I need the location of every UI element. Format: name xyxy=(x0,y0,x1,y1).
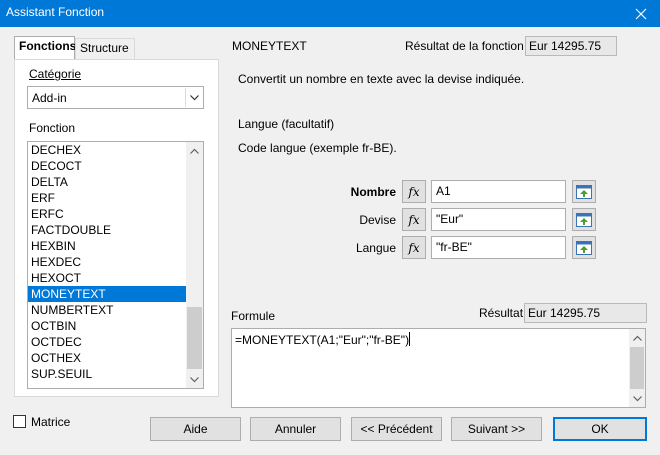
tab-structure-label: Structure xyxy=(80,41,129,55)
list-item[interactable]: OCTBIN xyxy=(28,318,203,334)
arg-label-devise: Devise xyxy=(296,213,396,227)
list-item[interactable]: HEXDEC xyxy=(28,254,203,270)
list-item[interactable]: ERFC xyxy=(28,206,203,222)
fx-button-devise[interactable]: fx xyxy=(402,208,426,231)
tab-fonctions[interactable]: Fonctions xyxy=(14,36,77,60)
formula-result-label: Résultat xyxy=(479,306,524,320)
formula-editor[interactable]: =MONEYTEXT(A1;"Eur";"fr-BE") xyxy=(231,328,646,408)
list-item[interactable]: FACTDOUBLE xyxy=(28,222,203,238)
formula-text-line: =MONEYTEXT(A1;"Eur";"fr-BE") xyxy=(235,332,411,347)
list-item[interactable]: OCTDEC xyxy=(28,334,203,350)
chevron-down-icon[interactable] xyxy=(185,88,202,107)
formula-text: =MONEYTEXT(A1;"Eur";"fr-BE") xyxy=(235,333,410,347)
arg-label-langue-text: Langue xyxy=(355,241,396,255)
matrix-checkbox[interactable] xyxy=(13,415,26,428)
list-item[interactable]: NUMBERTEXT xyxy=(28,302,203,318)
ok-button-label: OK xyxy=(591,422,609,436)
close-icon[interactable] xyxy=(622,0,660,27)
scroll-up-icon[interactable] xyxy=(629,329,645,346)
arg-label-nombre: Nombre xyxy=(296,185,396,199)
arg-input-nombre[interactable]: A1 xyxy=(431,180,566,203)
matrix-label: Matrice xyxy=(31,415,71,429)
function-result-label: Résultat de la fonction xyxy=(405,39,524,53)
argument-description: Code langue (exemple fr-BE). xyxy=(238,141,397,155)
list-item[interactable]: DELTA xyxy=(28,174,203,190)
function-result-value: Eur 14295.75 xyxy=(525,36,617,56)
scroll-up-icon[interactable] xyxy=(186,142,203,159)
arg-input-langue[interactable]: "fr-BE" xyxy=(431,236,566,259)
function-list-scrollbar[interactable] xyxy=(186,142,203,388)
list-item[interactable]: ERF xyxy=(28,190,203,206)
shrink-icon xyxy=(576,212,592,227)
scroll-down-icon[interactable] xyxy=(186,371,203,388)
help-button-label: Aide xyxy=(183,422,208,436)
next-button-label: Suivant >> xyxy=(467,422,526,436)
list-item[interactable]: OCTHEX xyxy=(28,350,203,366)
next-button[interactable]: Suivant >> xyxy=(451,417,542,441)
cancel-button-label: Annuler xyxy=(274,422,317,436)
category-label: Catégorie xyxy=(29,67,81,81)
list-item[interactable]: DECOCT xyxy=(28,158,203,174)
fx-icon: fx xyxy=(408,212,420,227)
fx-button-nombre[interactable]: fx xyxy=(402,180,426,203)
shrink-button-nombre[interactable] xyxy=(572,180,596,203)
shrink-icon xyxy=(576,240,592,255)
shrink-button-langue[interactable] xyxy=(572,236,596,259)
arg-label-devise-text: Devise xyxy=(359,213,396,227)
arg-label-nombre-text: Nombre xyxy=(350,185,396,199)
previous-button[interactable]: << Précédent xyxy=(351,417,442,441)
function-description: Convertit un nombre en texte avec la dev… xyxy=(238,72,525,86)
argument-title: Langue (facultatif) xyxy=(238,117,335,131)
formula-scrollbar[interactable] xyxy=(629,329,645,407)
function-label-text: Fonction xyxy=(29,121,76,135)
fx-icon: fx xyxy=(408,184,420,199)
function-list[interactable]: DECHEX DECOCT DELTA ERF ERFC FACTDOUBLE HEXBIN… xyxy=(27,141,204,389)
list-item[interactable]: HEXBIN xyxy=(28,238,203,254)
list-item[interactable]: HEXOCT xyxy=(28,270,203,286)
arg-input-devise[interactable]: "Eur" xyxy=(431,208,566,231)
tab-structure[interactable]: Structure xyxy=(75,38,135,59)
ok-button[interactable]: OK xyxy=(553,417,647,441)
function-list-items: DECHEX DECOCT DELTA ERF ERFC FACTDOUBLE HEXBIN… xyxy=(28,142,203,382)
text-caret xyxy=(409,332,411,346)
arg-label-langue: Langue xyxy=(296,241,396,255)
shrink-icon xyxy=(576,184,592,199)
tab-fonctions-label: Fonctions xyxy=(19,39,77,53)
function-label: Fonction xyxy=(29,121,75,135)
formula-label: Formule xyxy=(231,309,276,323)
previous-button-label: << Précédent xyxy=(360,422,433,436)
fx-button-langue[interactable]: fx xyxy=(402,236,426,259)
fx-icon: fx xyxy=(408,240,420,255)
category-value: Add-in xyxy=(32,91,67,105)
function-name: MONEYTEXT xyxy=(232,39,307,53)
list-item[interactable]: SUP.SEUIL xyxy=(28,366,203,382)
shrink-button-devise[interactable] xyxy=(572,208,596,231)
list-item[interactable]: MONEYTEXT xyxy=(28,286,203,302)
title-bar: Assistant Fonction xyxy=(0,0,660,27)
scrollbar-thumb[interactable] xyxy=(187,307,202,369)
list-item[interactable]: DECHEX xyxy=(28,142,203,158)
scroll-down-icon[interactable] xyxy=(629,390,645,407)
category-select[interactable]: Add-in xyxy=(27,86,204,109)
scrollbar-thumb[interactable] xyxy=(630,347,644,389)
category-label-text: Catégorie xyxy=(29,67,82,81)
formula-result-value: Eur 14295.75 xyxy=(524,303,647,323)
cancel-button[interactable]: Annuler xyxy=(250,417,341,441)
help-button[interactable]: Aide xyxy=(150,417,241,441)
window-title: Assistant Fonction xyxy=(6,5,105,19)
